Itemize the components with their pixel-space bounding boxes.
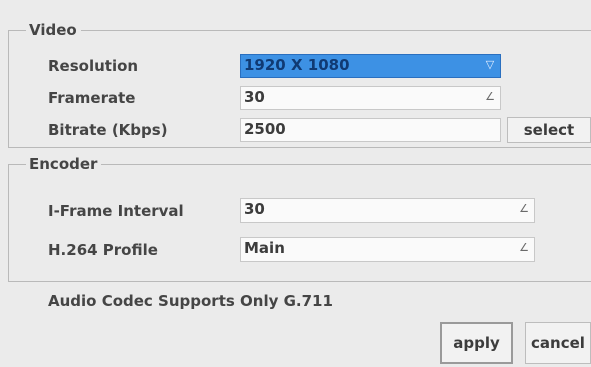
bitrate-select-button[interactable]: select <box>507 117 591 143</box>
bitrate-value: 2500 <box>244 120 286 138</box>
resolution-label: Resolution <box>48 57 139 75</box>
framerate-label: Framerate <box>48 89 136 107</box>
h264-profile-value: Main <box>244 239 285 257</box>
video-group-title: Video <box>26 21 81 39</box>
encoder-group <box>8 164 591 282</box>
resolution-select[interactable]: 1920 X 1080 ▽ <box>240 54 501 78</box>
dropdown-arrow-icon[interactable]: ▽ <box>484 58 496 72</box>
apply-button[interactable]: apply <box>440 322 513 364</box>
audio-codec-note: Audio Codec Supports Only G.711 <box>48 292 333 310</box>
framerate-value: 30 <box>244 88 265 106</box>
h264-profile-combo[interactable]: Main ∠ <box>240 237 535 262</box>
combo-edit-icon[interactable]: ∠ <box>518 202 530 216</box>
bitrate-input[interactable]: 2500 <box>240 118 501 142</box>
framerate-combo[interactable]: 30 ∠ <box>240 86 501 110</box>
cancel-button[interactable]: cancel <box>525 322 591 364</box>
iframe-interval-label: I-Frame Interval <box>48 202 184 220</box>
encoder-group-title: Encoder <box>26 155 102 173</box>
combo-edit-icon[interactable]: ∠ <box>484 90 496 104</box>
iframe-interval-combo[interactable]: 30 ∠ <box>240 198 535 223</box>
iframe-interval-value: 30 <box>244 200 265 218</box>
combo-edit-icon[interactable]: ∠ <box>518 241 530 255</box>
bitrate-label: Bitrate (Kbps) <box>48 121 168 139</box>
h264-profile-label: H.264 Profile <box>48 241 158 259</box>
resolution-value: 1920 X 1080 <box>244 56 350 74</box>
